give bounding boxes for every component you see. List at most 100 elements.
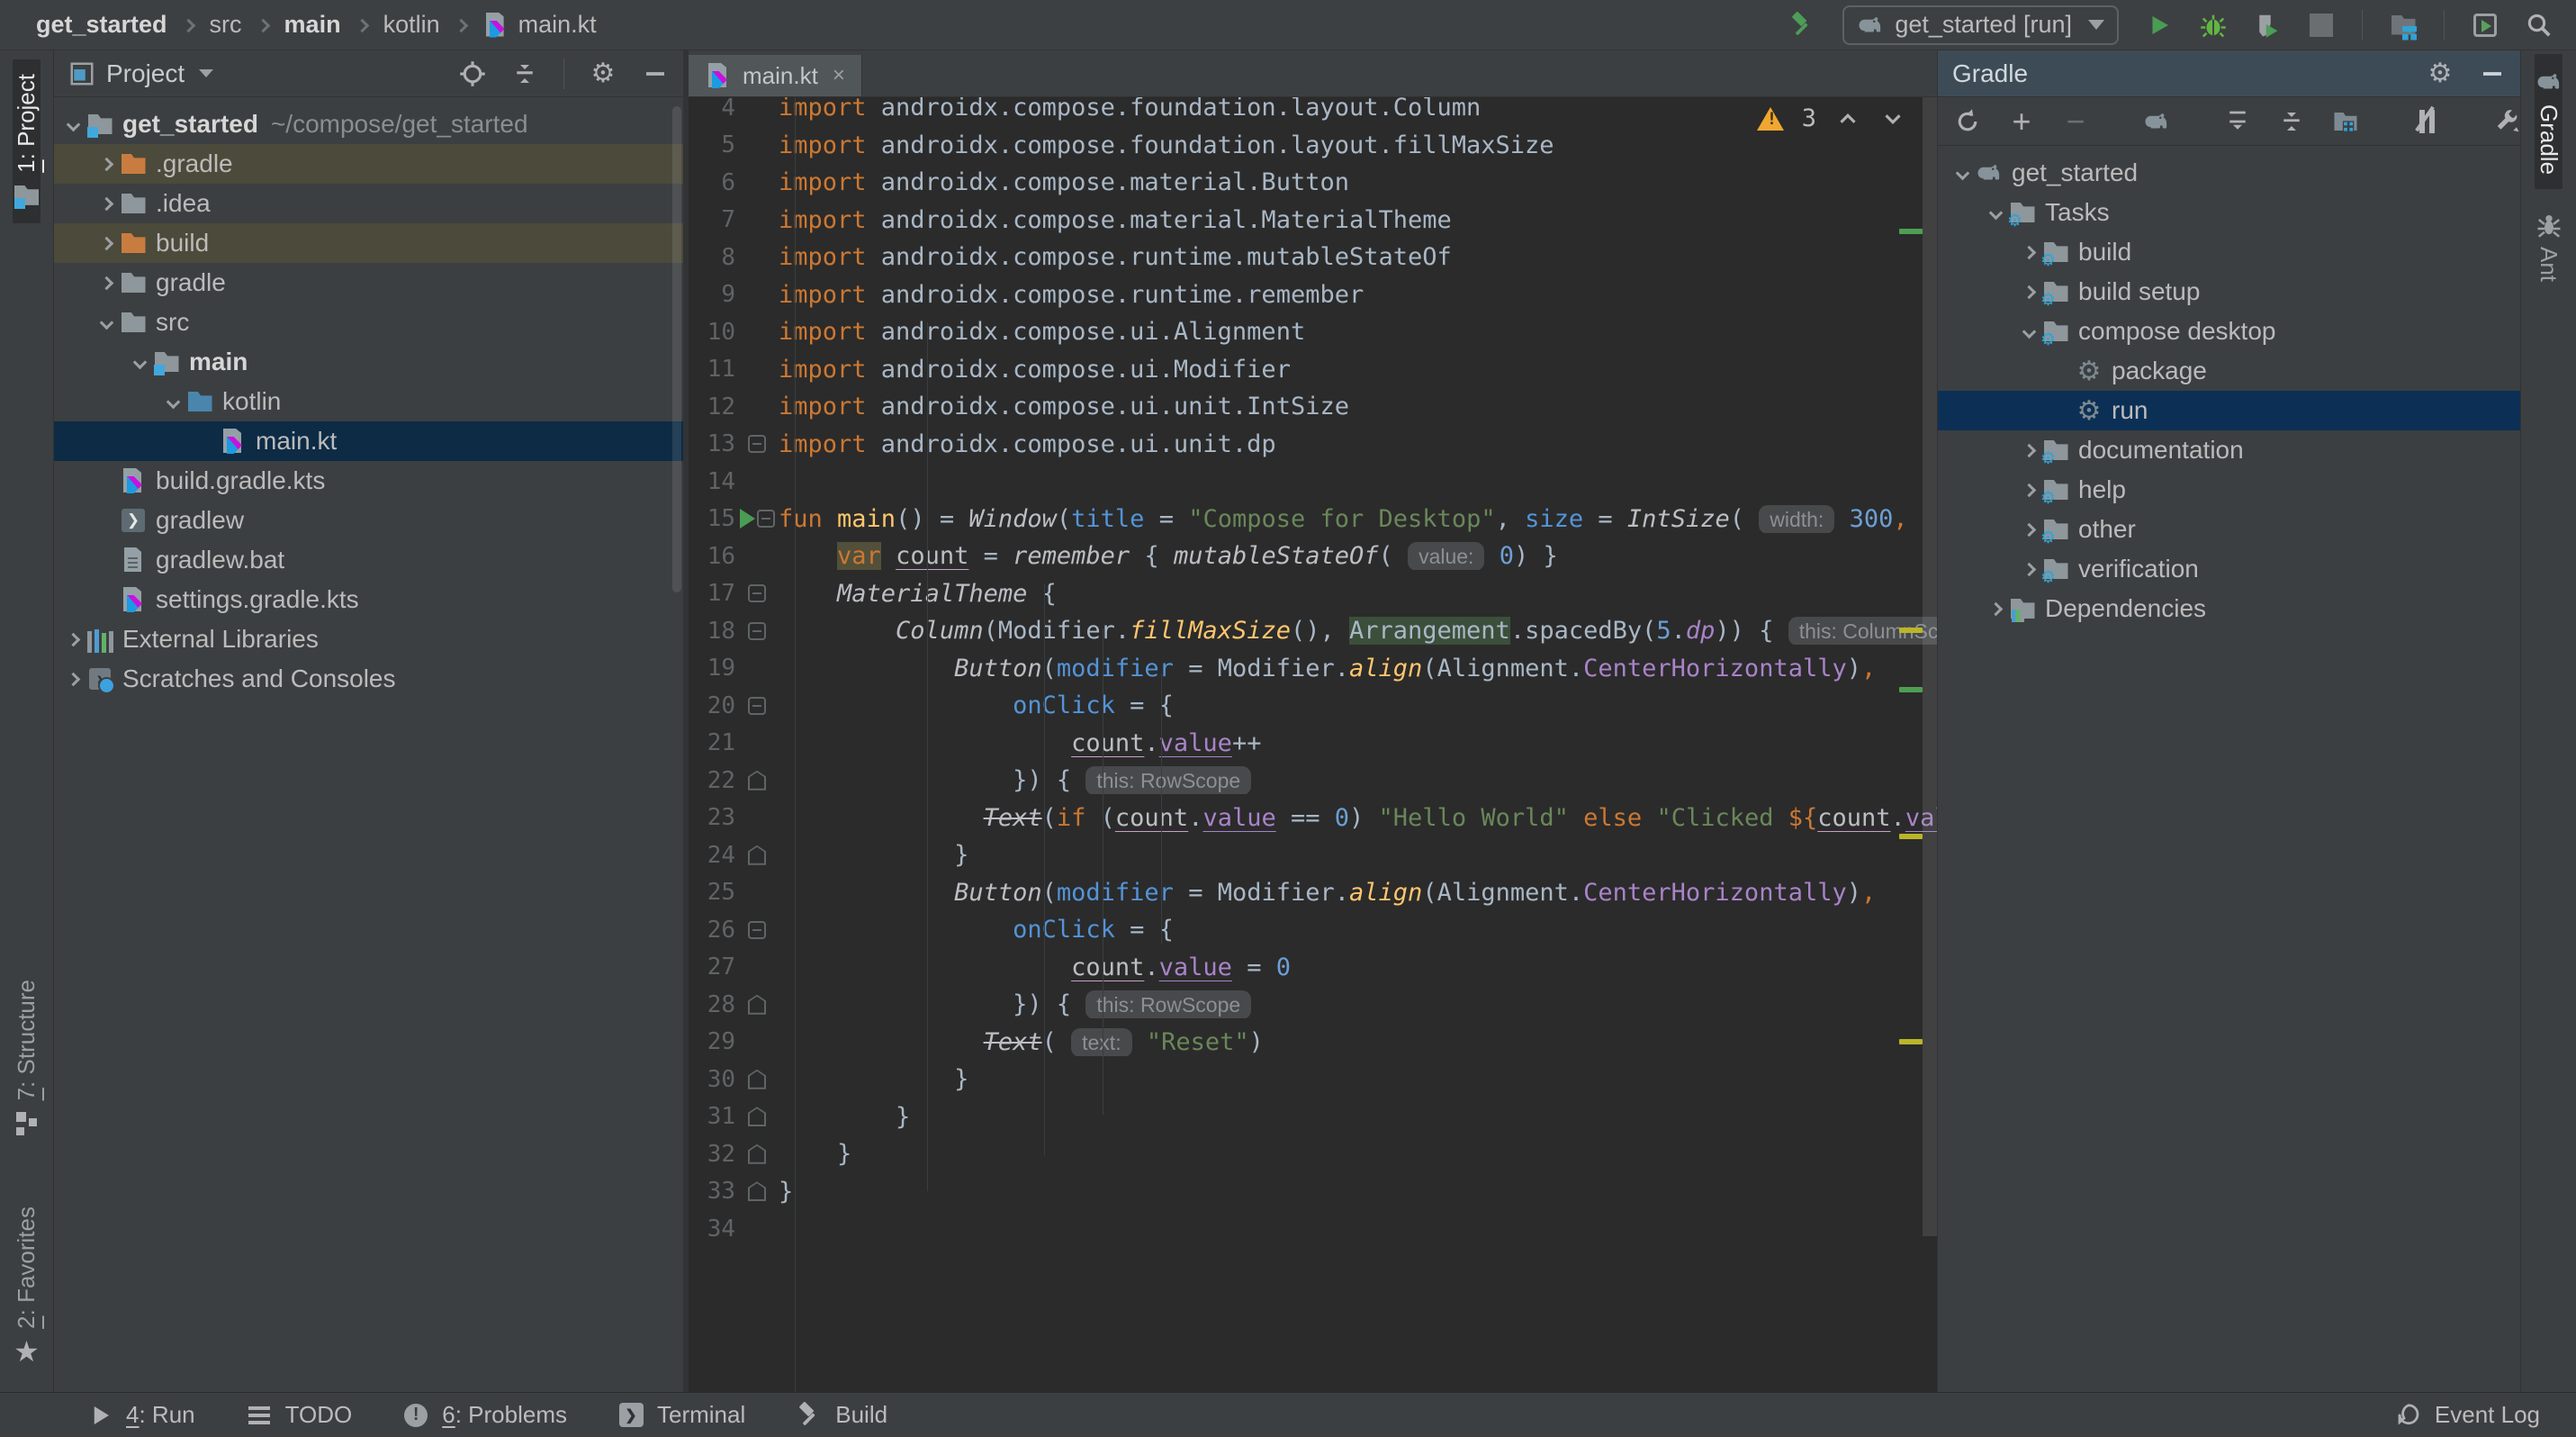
tree-item-verification[interactable]: verification (1938, 549, 2520, 589)
line-number[interactable]: 20 (689, 692, 735, 719)
collapse-all-icon[interactable] (511, 60, 538, 87)
chevron-right-icon[interactable] (2022, 483, 2036, 497)
fold-open-icon[interactable] (748, 622, 766, 640)
tree-item-src[interactable]: src (54, 303, 683, 342)
tree-item-tasks[interactable]: Tasks (1938, 193, 2520, 232)
chevron-down-icon[interactable] (1988, 205, 2003, 220)
gutter-icons[interactable] (735, 622, 779, 640)
error-stripe-mark[interactable] (1899, 834, 1923, 839)
line-number[interactable]: 32 (689, 1141, 735, 1168)
line-number[interactable]: 30 (689, 1066, 735, 1093)
tree-item--idea[interactable]: .idea (54, 184, 683, 223)
run-with-coverage-button[interactable] (2254, 12, 2281, 39)
breadcrumb-item[interactable]: src (210, 11, 242, 39)
line-number[interactable]: 5 (689, 131, 735, 158)
chevron-down-icon[interactable] (199, 69, 213, 77)
chevron-right-icon[interactable] (99, 196, 113, 211)
tree-item-other[interactable]: other (1938, 510, 2520, 549)
line-number[interactable]: 4 (689, 97, 735, 122)
wrench-icon[interactable] (2494, 108, 2521, 135)
chevron-right-icon[interactable] (99, 157, 113, 171)
chevron-down-icon[interactable] (132, 355, 147, 369)
project-scrollbar[interactable] (672, 106, 681, 592)
chevron-right-icon[interactable] (2022, 443, 2036, 457)
tree-item-compose-desktop[interactable]: compose desktop (1938, 312, 2520, 351)
tree-item-main-kt[interactable]: main.kt (54, 421, 683, 461)
fold-open-icon[interactable] (757, 510, 775, 528)
error-stripe-mark[interactable] (1899, 628, 1923, 633)
run-line-icon[interactable] (740, 509, 755, 529)
tree-item-run[interactable]: ⚙run (1938, 391, 2520, 430)
line-number[interactable]: 26 (689, 917, 735, 944)
hide-panel-icon[interactable] (642, 60, 669, 87)
tree-item-package[interactable]: ⚙package (1938, 351, 2520, 391)
gutter-icons[interactable] (735, 509, 779, 529)
line-number[interactable]: 10 (689, 319, 735, 346)
line-number[interactable]: 25 (689, 879, 735, 906)
tree-item-main[interactable]: main (54, 342, 683, 382)
line-number[interactable]: 7 (689, 206, 735, 233)
fold-open-icon[interactable] (748, 435, 766, 453)
gutter-icons[interactable] (735, 995, 779, 1015)
editor-tab-main-kt[interactable]: main.kt × (689, 55, 862, 96)
fold-open-icon[interactable] (748, 921, 766, 939)
next-warning-icon[interactable] (1879, 105, 1906, 132)
remove-icon[interactable] (2062, 108, 2089, 135)
line-number[interactable]: 22 (689, 767, 735, 794)
line-number[interactable]: 29 (689, 1028, 735, 1055)
stop-button[interactable] (2308, 12, 2335, 39)
chevron-down-icon[interactable] (99, 315, 113, 330)
fold-close-icon[interactable] (748, 995, 766, 1015)
error-stripe-mark[interactable] (1899, 1039, 1923, 1044)
stripe-tab-gradle[interactable]: Gradle (2535, 54, 2562, 189)
fold-open-icon[interactable] (748, 584, 766, 602)
statusbar-item-terminal[interactable]: Terminal (617, 1401, 745, 1429)
line-number[interactable]: 21 (689, 729, 735, 756)
fold-close-icon[interactable] (748, 1107, 766, 1126)
offline-icon[interactable] (2413, 108, 2440, 135)
group-tasks-icon[interactable] (2332, 108, 2359, 135)
tree-item-build[interactable]: build (1938, 232, 2520, 272)
line-number[interactable]: 15 (689, 505, 735, 532)
gutter-icons[interactable] (735, 697, 779, 715)
tree-item-build[interactable]: build (54, 223, 683, 263)
chevron-right-icon[interactable] (99, 236, 113, 250)
error-stripe-mark[interactable] (1899, 687, 1923, 692)
tree-item-dependencies[interactable]: Dependencies (1938, 589, 2520, 628)
tree-item-gradlew[interactable]: gradlew (54, 501, 683, 540)
inspection-widget[interactable]: 3 (1757, 104, 1906, 132)
chevron-down-icon[interactable] (66, 117, 80, 131)
tree-item-gradlew-bat[interactable]: gradlew.bat (54, 540, 683, 580)
hide-panel-icon[interactable] (2479, 60, 2506, 87)
gutter-icons[interactable] (735, 584, 779, 602)
tree-item-get-started[interactable]: get_started~/compose/get_started (54, 104, 683, 144)
gutter-icons[interactable] (735, 435, 779, 453)
tree-item-gradle[interactable]: gradle (54, 263, 683, 303)
tree-item-kotlin[interactable]: kotlin (54, 382, 683, 421)
chevron-right-icon[interactable] (66, 672, 80, 686)
breadcrumb-item[interactable]: kotlin (383, 11, 440, 39)
code-editor[interactable]: 3 4import androidx.compose.foundation.la… (689, 97, 1937, 1392)
line-number[interactable]: 8 (689, 244, 735, 271)
chevron-right-icon[interactable] (99, 276, 113, 290)
prev-warning-icon[interactable] (1834, 105, 1861, 132)
line-number[interactable]: 27 (689, 953, 735, 981)
tree-item-settings-gradle-kts[interactable]: settings.gradle.kts (54, 580, 683, 619)
line-number[interactable]: 13 (689, 430, 735, 457)
stripe-tab-1-project[interactable]: 1: Project (13, 59, 41, 223)
gradle-icon[interactable] (2143, 108, 2170, 135)
line-number[interactable]: 14 (689, 468, 735, 495)
project-panel-title[interactable]: Project (106, 59, 185, 88)
breadcrumb-item[interactable]: main.kt (482, 11, 597, 39)
add-icon[interactable] (2008, 108, 2035, 135)
chevron-down-icon[interactable] (2022, 324, 2036, 339)
chevron-right-icon[interactable] (66, 632, 80, 646)
tree-item-documentation[interactable]: documentation (1938, 430, 2520, 470)
fold-close-icon[interactable] (748, 1181, 766, 1201)
chevron-down-icon[interactable] (166, 394, 180, 409)
run-configuration-select[interactable]: get_started [run] (1842, 5, 2119, 45)
locate-file-icon[interactable] (459, 60, 486, 87)
gutter-icons[interactable] (735, 921, 779, 939)
line-number[interactable]: 19 (689, 655, 735, 682)
tree-item-build-gradle-kts[interactable]: build.gradle.kts (54, 461, 683, 501)
